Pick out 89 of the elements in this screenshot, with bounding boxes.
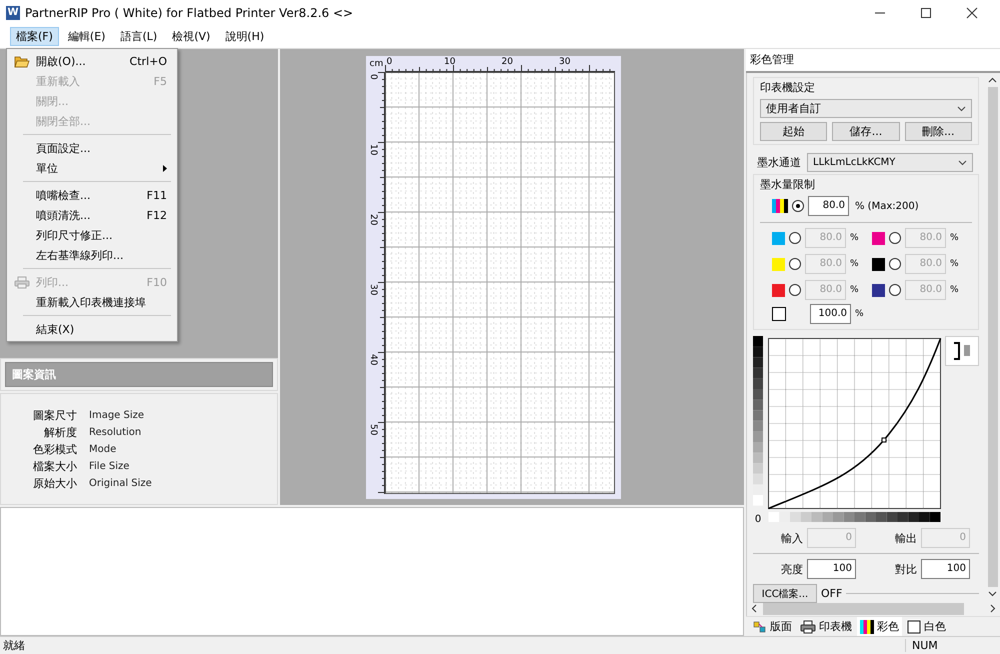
icc-profile-button[interactable]: ICC檔案... — [753, 584, 817, 603]
info-label: 解析度 — [43, 425, 77, 441]
panel-title: 彩色管理 — [746, 49, 1000, 73]
submenu-arrow-icon — [163, 164, 167, 172]
cmyk-stripes-icon — [860, 620, 874, 634]
brightness-label: 亮度 — [780, 562, 803, 576]
info-label: 圖案尺寸 — [32, 408, 77, 424]
ink-limit-input[interactable]: 80.0 — [808, 196, 849, 216]
menu-item[interactable]: 語言(L) — [114, 27, 164, 46]
menu-item[interactable]: 說明(H) — [219, 27, 270, 46]
preset-button[interactable]: 儲存... — [832, 122, 900, 141]
close-icon[interactable] — [966, 6, 978, 18]
chevron-down-icon — [958, 160, 967, 166]
ruler-label: 20 — [368, 214, 378, 226]
blank-swatch — [772, 307, 786, 321]
chevron-down-icon — [957, 106, 966, 112]
menu-item[interactable]: 左右基準線列印... — [7, 245, 177, 265]
menu-item[interactable]: 列印尺寸修正... — [7, 225, 177, 245]
menu-item[interactable]: 檔案(F) — [10, 27, 59, 46]
menu-item[interactable]: 噴頭清洗... F12 — [7, 205, 177, 225]
menu-item[interactable]: 結束(X) — [7, 319, 177, 339]
menu-item[interactable]: 重新載入印表機連接埠 — [7, 292, 177, 312]
printer-icon — [14, 276, 30, 288]
unit-label: % — [850, 259, 860, 269]
ruler-label: 30 — [558, 58, 572, 65]
preset-dropdown[interactable]: 使用者自訂 — [760, 99, 972, 118]
square-icon — [907, 620, 921, 634]
scroll-right-icon[interactable] — [990, 604, 996, 613]
bracket-icon — [951, 340, 973, 362]
curve-reset-button[interactable] — [945, 336, 979, 366]
brightness-field[interactable]: 100 — [807, 559, 856, 579]
unit-label: % — [950, 285, 960, 295]
menu-item[interactable]: 噴嘴檢查... F11 — [7, 185, 177, 205]
ruler-label: 10 — [368, 144, 378, 156]
ruler-label: 0 — [368, 74, 378, 80]
maximize-icon[interactable] — [920, 6, 932, 18]
ink-limit-input[interactable]: 100.0 — [810, 304, 851, 324]
contrast-field[interactable]: 100 — [921, 559, 970, 579]
panel-tab[interactable]: 彩色 — [857, 617, 902, 636]
panel-header: 圖案資訊 — [5, 362, 273, 387]
icc-status: OFF — [821, 587, 842, 600]
folder-icon — [14, 54, 30, 68]
group-label: 墨水量限制 — [760, 177, 816, 192]
window-title: PartnerRIP Pro ( White) for Flatbed Printer Ver8.2.6 <> — [25, 6, 354, 20]
info-value: File Size — [89, 460, 130, 474]
ruler-label: 50 — [368, 424, 378, 436]
contrast-label: 對比 — [894, 562, 917, 576]
scroll-down-icon[interactable] — [988, 591, 997, 597]
ruler-label: 20 — [500, 58, 514, 65]
scroll-left-icon[interactable] — [751, 604, 757, 613]
ruler-label: 0 — [386, 58, 394, 65]
info-value: Image Size — [89, 409, 146, 423]
scroll-up-icon[interactable] — [988, 77, 997, 83]
info-label: 檔案大小 — [32, 459, 77, 475]
axis-label: 0 — [754, 514, 762, 525]
radio-button[interactable] — [792, 200, 804, 212]
unit-label: % — [855, 309, 865, 319]
ruler-unit: cm — [368, 58, 384, 71]
printer-icon — [800, 620, 816, 634]
group-label: 印表機設定 — [760, 80, 816, 95]
ruler-label: 40 — [368, 354, 378, 366]
preset-button[interactable]: 起始 — [760, 122, 828, 141]
menu-item[interactable]: 開啟(O)... Ctrl+O — [7, 51, 177, 71]
info-label: 色彩模式 — [32, 442, 77, 458]
app-logo-icon: W — [6, 6, 20, 20]
unit-label: % — [850, 285, 860, 295]
cmyk-stripes-icon — [772, 199, 788, 213]
unit-label: % — [950, 233, 960, 243]
ink-channel-label: 墨水通道 — [757, 155, 801, 170]
info-value: Original Size — [89, 477, 153, 491]
menu-item[interactable]: 單位 — [7, 158, 177, 178]
ruler-label: 10 — [443, 58, 456, 65]
unit-label: % (Max:200) — [855, 200, 919, 212]
output-label: 輸出 — [894, 530, 917, 546]
menu-item[interactable]: 編輯(E) — [62, 27, 112, 46]
status-indicator: NUM — [905, 639, 960, 652]
menu-item[interactable]: 檢視(V) — [166, 27, 216, 46]
info-value: Resolution — [89, 426, 142, 440]
unit-label: % — [850, 233, 860, 243]
info-value: Mode — [89, 443, 118, 457]
input-label: 輸入 — [780, 530, 803, 546]
preset-button[interactable]: 刪除... — [904, 122, 972, 141]
menu-item[interactable]: 頁面設定... — [7, 138, 177, 158]
status-text: 就緒 — [2, 638, 25, 653]
layout-icon — [753, 620, 767, 634]
unit-label: % — [950, 259, 960, 269]
info-label: 原始大小 — [32, 476, 77, 492]
ruler-label: 30 — [368, 284, 378, 296]
ink-channel-dropdown[interactable]: LLkLmLcLkKCMY — [807, 153, 973, 172]
